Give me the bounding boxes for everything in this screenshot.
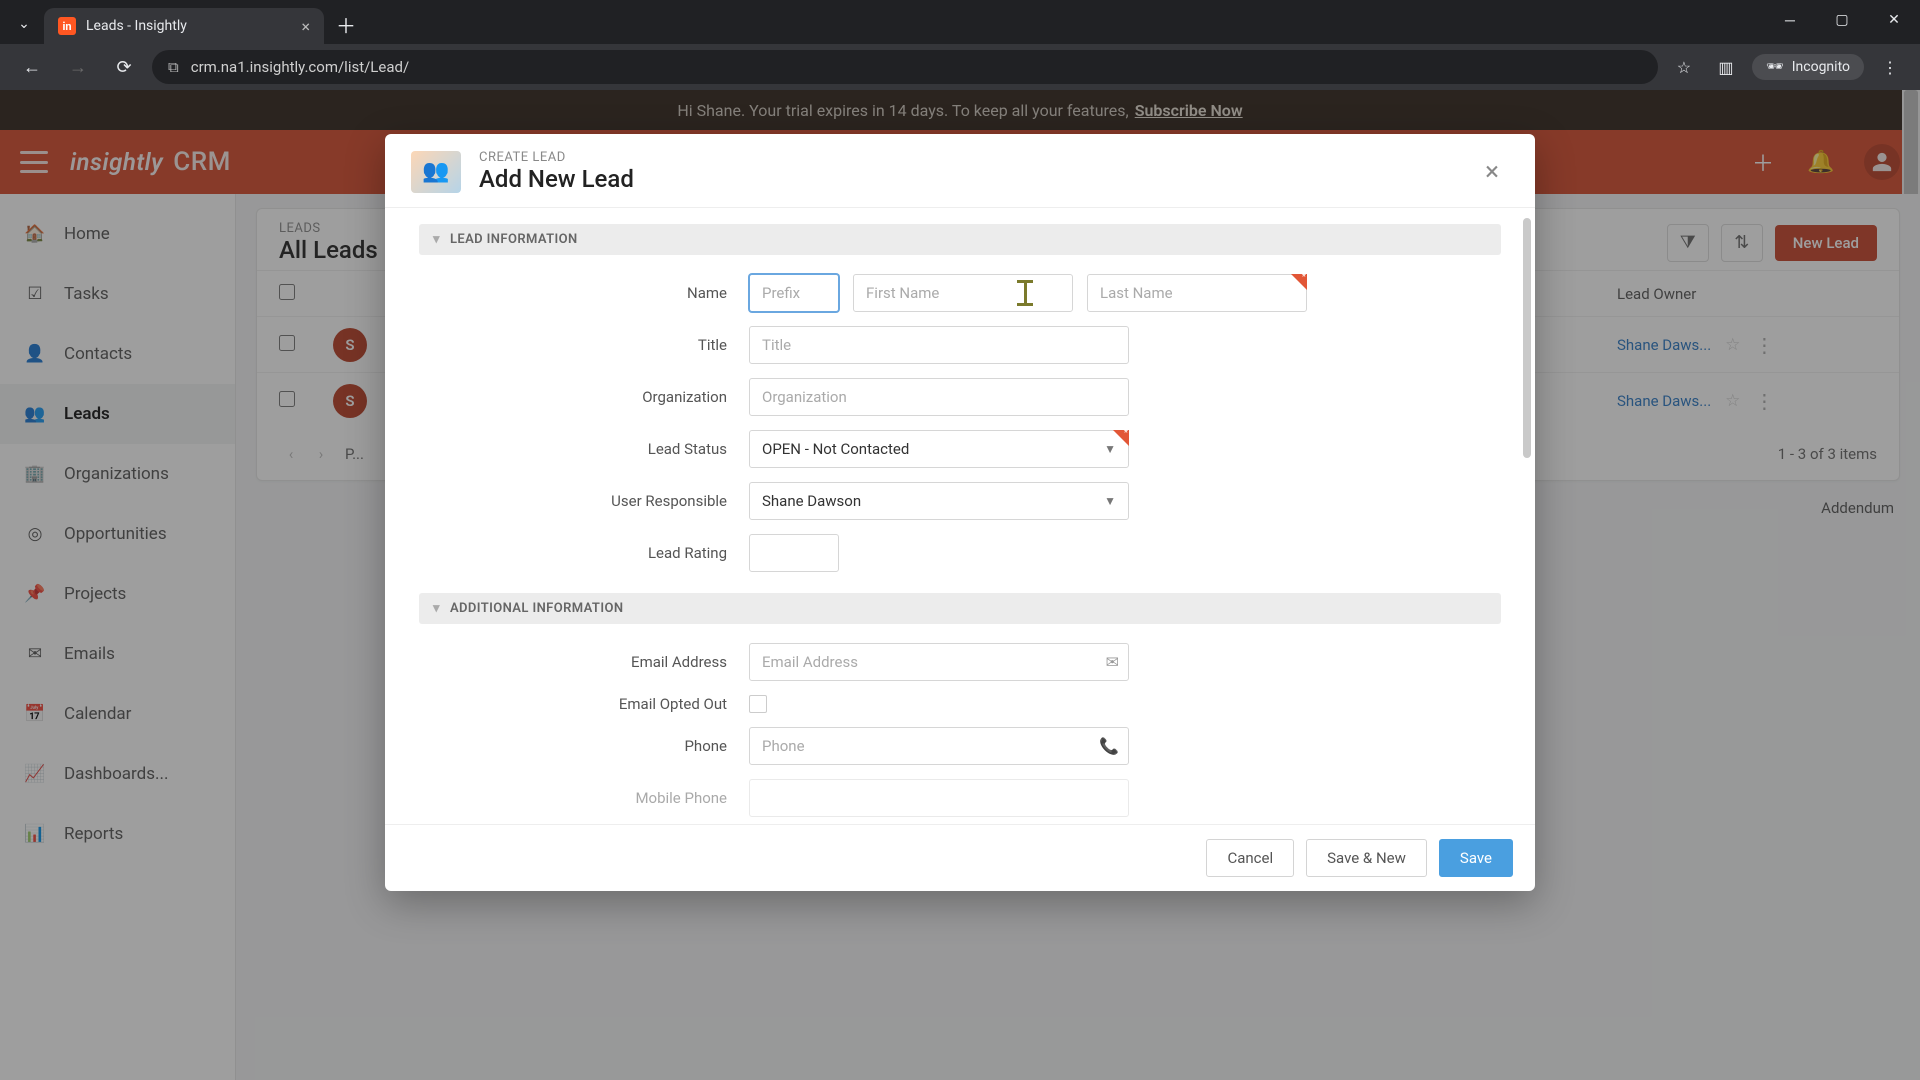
title-input[interactable]	[749, 326, 1129, 364]
caret-down-icon: ▼	[1104, 494, 1116, 508]
form-row-organization: Organization	[385, 371, 1535, 423]
tab-title: Leads - Insightly	[86, 18, 187, 34]
section-label: ADDITIONAL INFORMATION	[450, 601, 623, 616]
label-title: Title	[385, 336, 735, 354]
form-row-phone: Phone 📞	[385, 720, 1535, 772]
mobile-phone-input[interactable]	[749, 779, 1129, 817]
form-row-lead-rating: Lead Rating	[385, 527, 1535, 579]
phone-icon: 📞	[1099, 737, 1119, 756]
add-lead-modal: 👥 CREATE LEAD Add New Lead × ▾ LEAD INFO…	[385, 134, 1535, 891]
nav-reload-button[interactable]: ⟳	[106, 49, 142, 85]
modal-scrollbar[interactable]	[1523, 218, 1531, 458]
text-cursor-icon	[1023, 280, 1027, 306]
window-close-button[interactable]: ✕	[1868, 0, 1920, 40]
window-controls: ─ ▢ ✕	[1764, 0, 1920, 40]
form-row-user-responsible: User Responsible Shane Dawson ▼	[385, 475, 1535, 527]
first-name-input[interactable]	[853, 274, 1073, 312]
modal-title-block: CREATE LEAD Add New Lead	[479, 150, 634, 193]
address-bar[interactable]: ⧉ crm.na1.insightly.com/list/Lead/	[152, 50, 1658, 84]
label-mobile-phone: Mobile Phone	[385, 789, 735, 807]
label-lead-rating: Lead Rating	[385, 544, 735, 562]
incognito-indicator[interactable]: 🕶 Incognito	[1752, 54, 1864, 80]
email-input[interactable]	[749, 643, 1129, 681]
modal-eyebrow: CREATE LEAD	[479, 150, 634, 165]
label-lead-status: Lead Status	[385, 440, 735, 458]
caret-down-icon: ▼	[1104, 442, 1116, 456]
nav-forward-button[interactable]: →	[60, 49, 96, 85]
save-button[interactable]: Save	[1439, 839, 1513, 877]
form-row-title: Title	[385, 319, 1535, 371]
modal-title: Add New Lead	[479, 165, 634, 193]
cancel-button[interactable]: Cancel	[1206, 839, 1294, 877]
last-name-input[interactable]	[1087, 274, 1307, 312]
label-email: Email Address	[385, 653, 735, 671]
nav-back-button[interactable]: ←	[14, 49, 50, 85]
sidepanel-button[interactable]: ▥	[1710, 51, 1742, 83]
lead-status-select[interactable]: OPEN - Not Contacted ▼	[749, 430, 1129, 468]
prefix-input[interactable]	[749, 274, 839, 312]
modal-header: 👥 CREATE LEAD Add New Lead ×	[385, 134, 1535, 208]
user-responsible-value: Shane Dawson	[762, 492, 861, 510]
browser-chrome: ⌄ in Leads - Insightly × ＋ ─ ▢ ✕ ← → ⟳ ⧉…	[0, 0, 1920, 90]
email-opted-out-checkbox[interactable]	[749, 695, 767, 713]
user-responsible-select[interactable]: Shane Dawson ▼	[749, 482, 1129, 520]
label-organization: Organization	[385, 388, 735, 406]
phone-input[interactable]	[749, 727, 1129, 765]
modal-lead-icon: 👥	[411, 151, 461, 193]
tab-close-button[interactable]: ×	[301, 17, 310, 36]
chevron-down-icon: ▾	[433, 601, 440, 616]
form-row-name: Name	[385, 267, 1535, 319]
tab-favicon: in	[58, 17, 76, 35]
form-row-lead-status: Lead Status OPEN - Not Contacted ▼	[385, 423, 1535, 475]
url-text: crm.na1.insightly.com/list/Lead/	[191, 58, 409, 76]
incognito-icon: 🕶	[1766, 59, 1784, 75]
app-viewport: Hi Shane. Your trial expires in 14 days.…	[0, 90, 1920, 1080]
lead-status-value: OPEN - Not Contacted	[762, 440, 909, 458]
save-and-new-button[interactable]: Save & New	[1306, 839, 1427, 877]
modal-close-button[interactable]: ×	[1475, 153, 1509, 191]
modal-body: ▾ LEAD INFORMATION Name Title Organi	[385, 208, 1535, 824]
browser-tab[interactable]: in Leads - Insightly ×	[44, 8, 324, 44]
label-phone: Phone	[385, 737, 735, 755]
email-icon: ✉	[1106, 653, 1119, 672]
section-additional-information[interactable]: ▾ ADDITIONAL INFORMATION	[419, 593, 1501, 624]
window-maximize-button[interactable]: ▢	[1816, 0, 1868, 40]
lead-rating-input[interactable]	[749, 534, 839, 572]
new-tab-button[interactable]: ＋	[330, 8, 362, 40]
toolbar-right: ☆ ▥ 🕶 Incognito ⋮	[1668, 51, 1906, 83]
bookmark-star-button[interactable]: ☆	[1668, 51, 1700, 83]
modal-footer: Cancel Save & New Save	[385, 824, 1535, 891]
incognito-label: Incognito	[1792, 59, 1850, 75]
label-name: Name	[385, 284, 735, 302]
form-row-email-opted-out: Email Opted Out	[385, 688, 1535, 720]
site-info-icon[interactable]: ⧉	[168, 58, 179, 76]
label-user-responsible: User Responsible	[385, 492, 735, 510]
chrome-menu-button[interactable]: ⋮	[1874, 51, 1906, 83]
section-label: LEAD INFORMATION	[450, 232, 578, 247]
label-email-opted-out: Email Opted Out	[385, 695, 735, 713]
address-bar-row: ← → ⟳ ⧉ crm.na1.insightly.com/list/Lead/…	[0, 44, 1920, 90]
tab-strip: ⌄ in Leads - Insightly × ＋ ─ ▢ ✕	[0, 0, 1920, 44]
section-lead-information[interactable]: ▾ LEAD INFORMATION	[419, 224, 1501, 255]
organization-input[interactable]	[749, 378, 1129, 416]
chevron-down-icon: ▾	[433, 232, 440, 247]
window-minimize-button[interactable]: ─	[1764, 0, 1816, 40]
form-row-email: Email Address ✉	[385, 636, 1535, 688]
tab-search-button[interactable]: ⌄	[10, 10, 38, 38]
form-row-mobile-phone: Mobile Phone	[385, 772, 1535, 824]
